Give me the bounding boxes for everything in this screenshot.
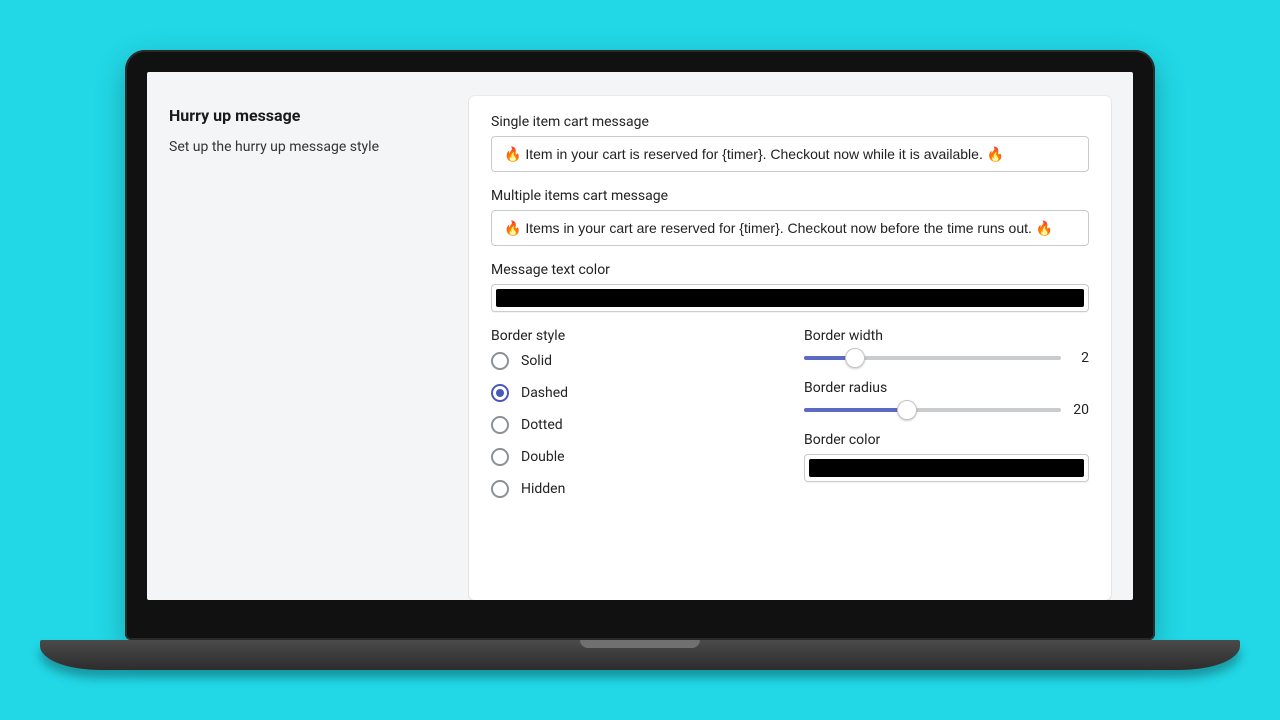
border-color-input[interactable] bbox=[804, 454, 1089, 482]
radio-dashed[interactable]: Dashed bbox=[491, 384, 776, 402]
multiple-message-label: Multiple items cart message bbox=[491, 188, 1089, 204]
settings-card: Single item cart message Multiple items … bbox=[469, 96, 1111, 600]
laptop-base bbox=[40, 640, 1240, 670]
border-color-label: Border color bbox=[804, 432, 1089, 448]
slider-track bbox=[804, 408, 1061, 412]
border-radius-value: 20 bbox=[1071, 402, 1089, 418]
slider-track bbox=[804, 356, 1061, 360]
multiple-message-input[interactable] bbox=[491, 210, 1089, 246]
section-description: Set up the hurry up message style bbox=[169, 139, 449, 155]
radio-icon bbox=[491, 416, 509, 434]
radio-icon bbox=[491, 480, 509, 498]
text-color-field: Message text color bbox=[491, 262, 1089, 312]
border-style-group: Border style Solid Dashed Dotted bbox=[491, 328, 776, 512]
multiple-message-field: Multiple items cart message bbox=[491, 188, 1089, 246]
laptop-mockup: Hurry up message Set up the hurry up mes… bbox=[125, 50, 1155, 670]
border-width-label: Border width bbox=[804, 328, 1089, 344]
single-message-label: Single item cart message bbox=[491, 114, 1089, 130]
radio-label: Dotted bbox=[521, 417, 563, 433]
border-radius-slider[interactable]: 20 bbox=[804, 402, 1089, 418]
radio-dotted[interactable]: Dotted bbox=[491, 416, 776, 434]
slider-fill bbox=[804, 408, 907, 412]
radio-hidden[interactable]: Hidden bbox=[491, 480, 776, 498]
border-width-slider[interactable]: 2 bbox=[804, 350, 1089, 366]
border-width-value: 2 bbox=[1071, 350, 1089, 366]
radio-solid[interactable]: Solid bbox=[491, 352, 776, 370]
radio-icon bbox=[491, 384, 509, 402]
border-settings-row: Border style Solid Dashed Dotted bbox=[491, 328, 1089, 512]
section-title: Hurry up message bbox=[169, 106, 449, 125]
border-style-label: Border style bbox=[491, 328, 776, 344]
single-message-input[interactable] bbox=[491, 136, 1089, 172]
radio-label: Double bbox=[521, 449, 565, 465]
section-header: Hurry up message Set up the hurry up mes… bbox=[169, 96, 469, 600]
laptop-bezel: Hurry up message Set up the hurry up mes… bbox=[125, 50, 1155, 640]
slider-thumb[interactable] bbox=[897, 400, 917, 420]
border-sliders-group: Border width 2 Border radius bbox=[804, 328, 1089, 512]
border-radius-label: Border radius bbox=[804, 380, 1089, 396]
radio-label: Solid bbox=[521, 353, 552, 369]
text-color-swatch bbox=[496, 289, 1084, 307]
slider-thumb[interactable] bbox=[845, 348, 865, 368]
single-message-field: Single item cart message bbox=[491, 114, 1089, 172]
radio-icon bbox=[491, 448, 509, 466]
text-color-input[interactable] bbox=[491, 284, 1089, 312]
radio-label: Dashed bbox=[521, 385, 568, 401]
radio-label: Hidden bbox=[521, 481, 565, 497]
radio-icon bbox=[491, 352, 509, 370]
text-color-label: Message text color bbox=[491, 262, 1089, 278]
radio-double[interactable]: Double bbox=[491, 448, 776, 466]
laptop-notch bbox=[580, 640, 700, 648]
app-screen: Hurry up message Set up the hurry up mes… bbox=[147, 72, 1133, 600]
border-color-swatch bbox=[809, 459, 1084, 477]
